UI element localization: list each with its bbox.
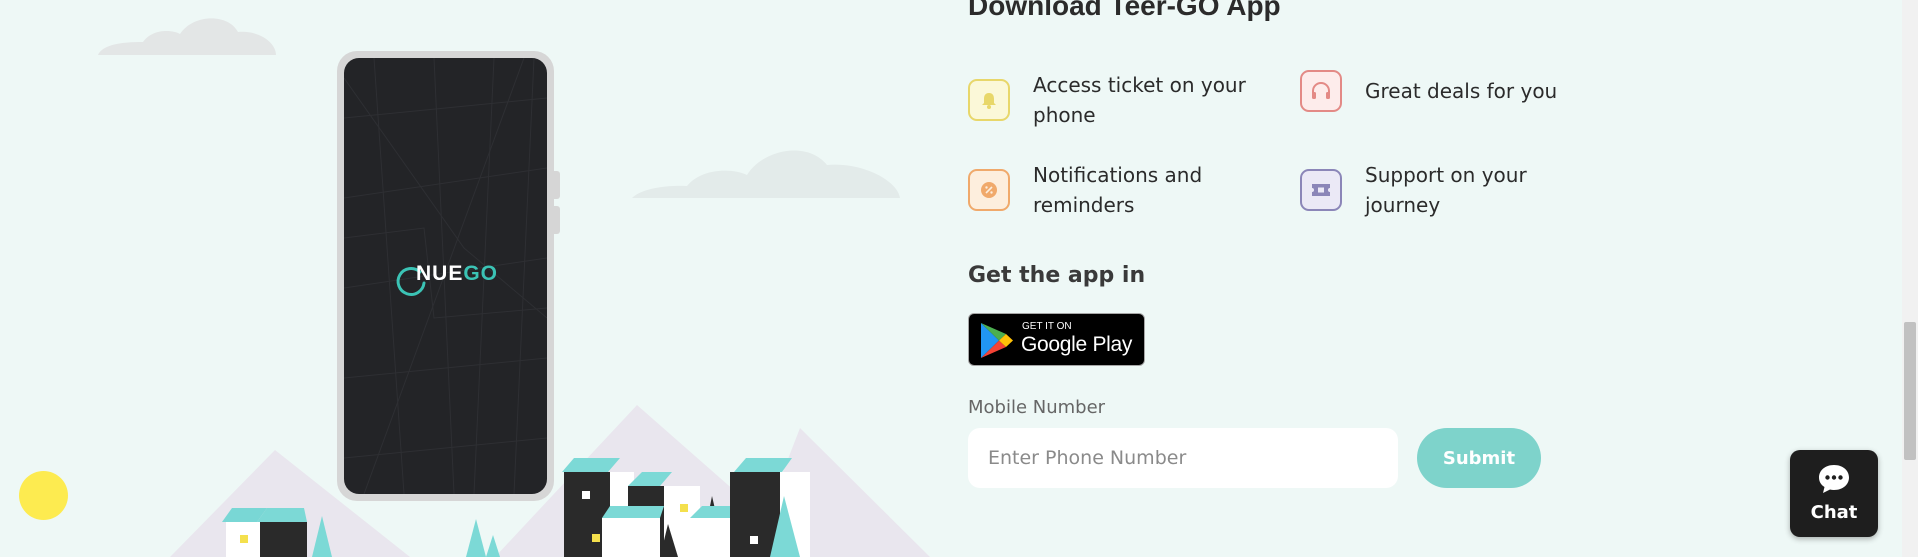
app-illustration: NUEGO — [0, 0, 940, 557]
page-scrollbar[interactable] — [1902, 0, 1918, 557]
phone-number-input[interactable] — [968, 428, 1398, 488]
tree-illustration — [466, 519, 500, 557]
store-big-label: Google Play — [1021, 333, 1133, 356]
chat-bubble-icon — [1819, 465, 1849, 493]
scrollbar-thumb[interactable] — [1904, 322, 1916, 460]
get-app-heading: Get the app in — [968, 263, 1146, 288]
feature-access-ticket: Access ticket on your phone — [968, 70, 1273, 130]
store-small-label: GET IT ON — [1022, 321, 1072, 332]
houses-illustration — [222, 508, 332, 557]
badge-icon — [968, 169, 1010, 211]
phone-screen: NUEGO — [344, 58, 547, 494]
phone-side-button — [554, 206, 560, 234]
feature-label: Access ticket on your phone — [1033, 73, 1246, 127]
phone-side-button — [554, 171, 560, 199]
google-play-button[interactable]: GET IT ON Google Play — [968, 313, 1145, 366]
ticket-icon — [1300, 169, 1342, 211]
chat-widget-button[interactable]: Chat — [1790, 450, 1878, 537]
houses-illustration — [562, 458, 810, 557]
nuego-logo: NUEGO — [394, 260, 514, 300]
phone-mockup: NUEGO — [337, 51, 560, 501]
sun-illustration — [19, 471, 68, 520]
feature-label: Great deals for you — [1365, 79, 1558, 103]
cloud-illustration — [98, 18, 276, 56]
cloud-illustration — [632, 150, 900, 198]
submit-button[interactable]: Submit — [1417, 428, 1541, 488]
mobile-number-label: Mobile Number — [968, 397, 1106, 418]
feature-label: Support on your journey — [1365, 163, 1527, 217]
feature-great-deals: Great deals for you — [1300, 70, 1605, 112]
headphones-icon — [1300, 70, 1342, 112]
section-title: Download Teer-GO App — [968, 0, 1281, 21]
feature-notifications: Notifications and reminders — [968, 160, 1273, 220]
bell-icon — [968, 79, 1010, 121]
chat-label: Chat — [1810, 502, 1858, 523]
google-play-icon — [981, 323, 1013, 358]
feature-support: Support on your journey — [1300, 160, 1605, 220]
feature-label: Notifications and reminders — [1033, 163, 1203, 217]
